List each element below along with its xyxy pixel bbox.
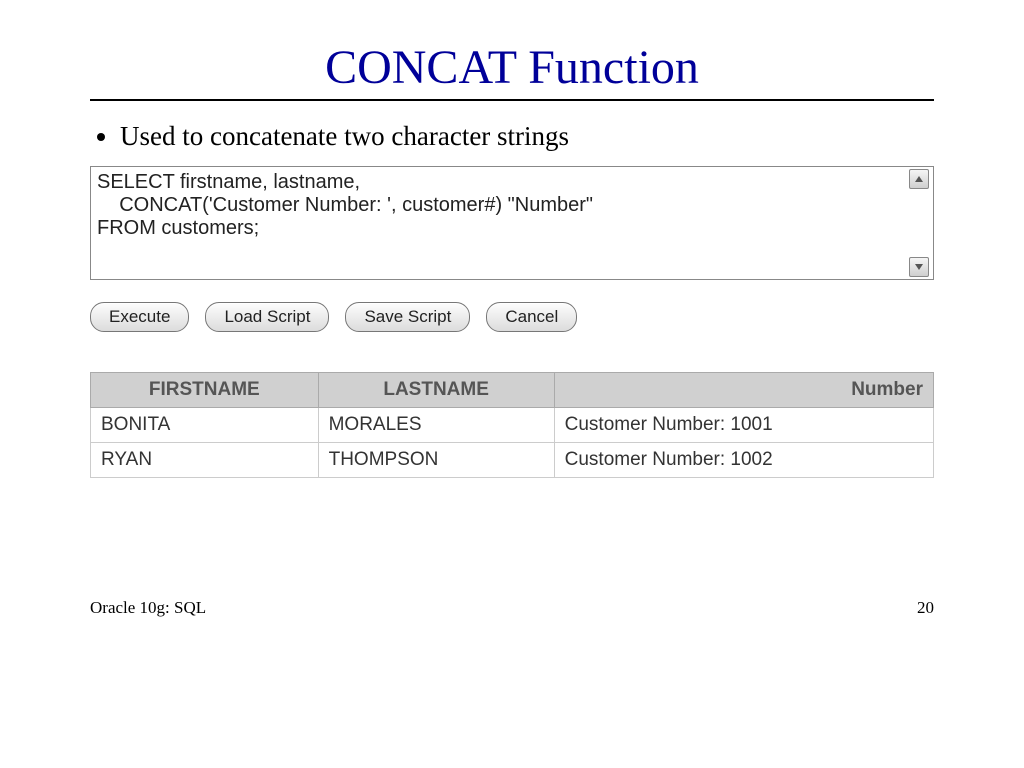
col-number: Number (554, 373, 933, 408)
col-firstname: FIRSTNAME (91, 373, 319, 408)
results-table: FIRSTNAME LASTNAME Number BONITA MORALES… (90, 372, 934, 478)
title-divider (90, 99, 934, 101)
scrollbar[interactable] (907, 167, 933, 279)
footer-left: Oracle 10g: SQL (90, 598, 206, 618)
cancel-button[interactable]: Cancel (486, 302, 577, 332)
cell-number: Customer Number: 1001 (554, 408, 933, 443)
cell-firstname: BONITA (91, 408, 319, 443)
cell-lastname: THOMPSON (318, 443, 554, 478)
slide-title: CONCAT Function (90, 40, 934, 95)
cell-number: Customer Number: 1002 (554, 443, 933, 478)
scroll-down-icon[interactable] (909, 257, 929, 277)
footer-page-number: 20 (917, 598, 934, 618)
sql-text: SELECT firstname, lastname, CONCAT('Cust… (91, 167, 907, 279)
scroll-up-icon[interactable] (909, 169, 929, 189)
save-script-button[interactable]: Save Script (345, 302, 470, 332)
col-lastname: LASTNAME (318, 373, 554, 408)
table-header-row: FIRSTNAME LASTNAME Number (91, 373, 934, 408)
execute-button[interactable]: Execute (90, 302, 189, 332)
table-row: BONITA MORALES Customer Number: 1001 (91, 408, 934, 443)
table-row: RYAN THOMPSON Customer Number: 1002 (91, 443, 934, 478)
bullet-point: Used to concatenate two character string… (120, 121, 934, 152)
load-script-button[interactable]: Load Script (205, 302, 329, 332)
sql-textarea[interactable]: SELECT firstname, lastname, CONCAT('Cust… (90, 166, 934, 280)
cell-firstname: RYAN (91, 443, 319, 478)
button-row: Execute Load Script Save Script Cancel (90, 302, 934, 332)
slide-footer: Oracle 10g: SQL 20 (90, 598, 934, 618)
cell-lastname: MORALES (318, 408, 554, 443)
